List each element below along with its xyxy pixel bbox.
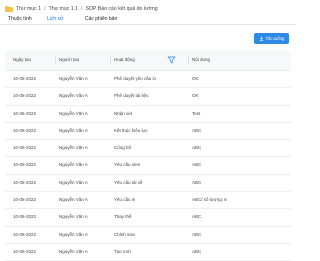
cell-date: 10-06-2022 xyxy=(13,162,37,168)
download-icon xyxy=(259,36,263,41)
cell-creator: Nguyễn Văn A xyxy=(59,76,88,81)
cell-date: 10-06-2022 xyxy=(13,110,37,116)
cell-content: ABC xyxy=(192,248,202,254)
cell-activity: Tạo mới xyxy=(114,248,131,254)
column-header-creator[interactable]: Người tạo xyxy=(54,50,79,70)
cell-creator: Nguyễn Văn A xyxy=(59,162,88,168)
download-button-label: Tải xuống xyxy=(265,36,285,41)
cell-creator: Nguyễn Văn A xyxy=(59,110,88,116)
cell-content: ABC/ số lượng: 6 xyxy=(192,197,227,203)
cell-date: 10-06-2022 xyxy=(13,214,37,220)
cell-activity: Nhận xét xyxy=(114,110,133,116)
cell-date: 10-06-2022 xyxy=(13,231,37,237)
cell-activity: Yêu cầu xem xyxy=(114,162,141,168)
cell-activity: Yêu cầu in xyxy=(114,197,136,203)
column-header-content[interactable]: Nội dung xyxy=(187,50,210,70)
tab-history[interactable]: Lịch sử xyxy=(47,15,63,23)
cell-creator: Nguyễn Văn A xyxy=(59,127,88,133)
cell-date: 10-06-2022 xyxy=(13,127,37,133)
cell-date: 10-06-2022 xyxy=(13,197,37,203)
cell-creator: Nguyễn Văn A xyxy=(59,179,88,185)
cell-activity: Công bố xyxy=(114,145,132,151)
table-row[interactable]: 10-06-2022 Nguyễn Văn A Thay thế ABC xyxy=(5,209,291,227)
cell-content: ABC xyxy=(192,145,202,151)
breadcrumb-item-current: SOP Báo cáo kết quả do lường xyxy=(85,6,158,12)
cell-content: Test xyxy=(192,110,201,116)
table-row[interactable]: 10-06-2022 Nguyễn Văn A Phê duyệt yêu cầu … xyxy=(5,71,291,89)
cell-date: 10-06-2022 xyxy=(13,93,37,99)
cell-activity: Phê duyệt yêu cầu in xyxy=(114,76,157,81)
tab-properties[interactable]: Thuộc tính xyxy=(8,15,32,23)
breadcrumb-item-folder-1-1[interactable]: Thư mục 1.1 xyxy=(49,6,78,12)
table-row[interactable]: 10-06-2022 Nguyễn Văn A Chỉnh sửa ABC xyxy=(5,227,291,244)
cell-content: OK xyxy=(192,76,199,81)
table-row[interactable]: 10-06-2022 Nguyễn Văn A Yêu cầu xem ABC xyxy=(5,157,291,175)
cell-creator: Nguyễn Văn A xyxy=(59,214,88,220)
cell-content: OK xyxy=(192,93,199,99)
cell-date: 10-06-2022 xyxy=(13,248,37,254)
cell-activity: Kết thúc hiệu lực xyxy=(114,127,148,133)
cell-creator: Nguyễn Văn A xyxy=(59,231,88,237)
cell-content: ABC xyxy=(192,214,202,220)
cell-activity: Chỉnh sửa xyxy=(114,231,135,237)
cell-content: ABC xyxy=(192,162,202,168)
folder-icon xyxy=(5,6,13,12)
table-header: Ngày tạo Người tạo Hoạt động Nội dung xyxy=(5,50,291,71)
breadcrumb-separator: / xyxy=(44,6,46,12)
tabs-divider xyxy=(0,24,296,25)
cell-date: 10-06-2022 xyxy=(13,179,37,185)
breadcrumb-item-folder-1[interactable]: Thư mục 1 xyxy=(16,6,41,12)
table-body: 10-06-2022 Nguyễn Văn A Phê duyệt yêu cầu … xyxy=(5,71,291,261)
column-header-date[interactable]: Ngày tạo xyxy=(13,50,31,70)
cell-creator: Nguyễn Văn A xyxy=(59,197,88,203)
filter-icon[interactable] xyxy=(167,56,176,64)
cell-content: ABC xyxy=(192,231,202,237)
table-row[interactable]: 10-06-2022 Nguyễn Văn A Yêu cầu tải về ABC xyxy=(5,175,291,193)
download-button[interactable]: Tải xuống xyxy=(254,33,289,44)
table-row[interactable]: 10-06-2022 Nguyễn Văn A Tạo mới ABC xyxy=(5,244,291,261)
breadcrumb-separator: / xyxy=(80,6,83,12)
cell-content: ABC xyxy=(192,127,202,133)
column-header-activity[interactable]: Hoạt động xyxy=(110,50,135,70)
history-table: Ngày tạo Người tạo Hoạt động Nội dung 10… xyxy=(5,50,291,261)
cell-activity: Thay thế xyxy=(114,214,132,220)
cell-date: 10-06-2022 xyxy=(13,76,37,81)
cell-activity: Yêu cầu tải về xyxy=(114,179,143,185)
table-row[interactable]: 10-06-2022 Nguyễn Văn A Nhận xét Test xyxy=(5,106,291,123)
cell-creator: Nguyễn Văn A xyxy=(59,145,88,151)
table-row[interactable]: 10-06-2022 Nguyễn Văn A Công bố ABC xyxy=(5,140,291,158)
table-row[interactable]: 10-06-2022 Nguyễn Văn A Yêu cầu in ABC/ số … xyxy=(5,192,291,210)
cell-creator: Nguyễn Văn A xyxy=(59,248,88,254)
table-row[interactable]: 10-06-2022 Nguyễn Văn A Kết thúc hiệu lực A… xyxy=(5,123,291,141)
cell-creator: Nguyễn Văn A xyxy=(59,93,88,99)
tab-versions[interactable]: Các phiên bản xyxy=(85,15,117,23)
cell-content: ABC xyxy=(192,179,202,185)
breadcrumb: Thư mục 1 / Thư mục 1.1 / SOP Báo cáo kế… xyxy=(5,3,158,15)
cell-activity: Phê duyệt tài liệu xyxy=(114,93,149,99)
table-row[interactable]: 10-06-2022 Nguyễn Văn A Phê duyệt tài liệu… xyxy=(5,88,291,106)
cell-date: 10-06-2022 xyxy=(13,145,37,151)
